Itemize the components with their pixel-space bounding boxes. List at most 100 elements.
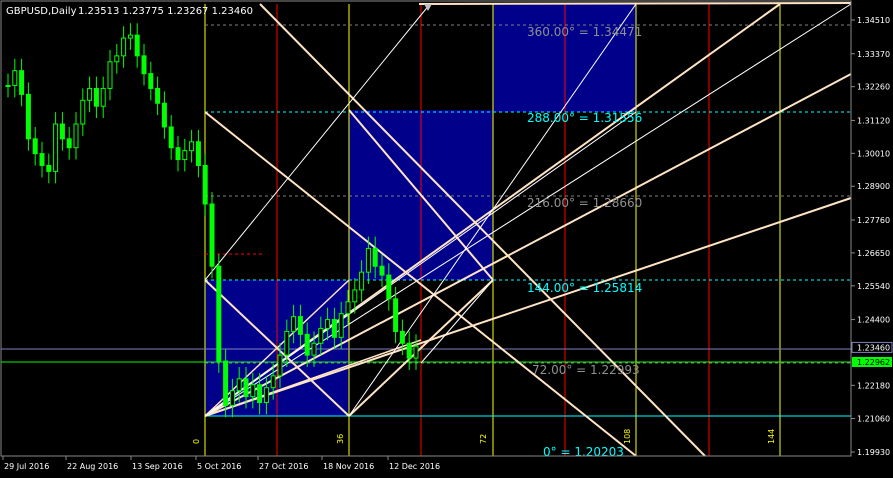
ohlc-label: 1.23513 1.23775 1.23267 1.23460 [78, 6, 253, 17]
candle-body [121, 37, 127, 57]
candle-body [352, 289, 358, 303]
candle-body [311, 342, 317, 356]
candle-body [195, 141, 201, 166]
time-marker-label: 144 [767, 429, 776, 444]
candle-body [66, 138, 72, 149]
candle-body [134, 34, 140, 57]
time-tick-label: 29 Jul 2016 [4, 462, 49, 471]
candle-body [39, 153, 45, 166]
gann-level-label: 72.00° = 1.22993 [532, 363, 640, 377]
price-tick-label: 1.25540 [857, 282, 890, 291]
candle-body [325, 319, 331, 329]
price-tick-label: 1.31120 [857, 116, 890, 125]
candle-body [393, 298, 399, 332]
chart-canvas[interactable]: 360.00° = 1.34471 288.00° = 1.31556 216.00… [0, 0, 893, 478]
price-tick-label: 1.34510 [857, 16, 890, 25]
candle-body [216, 265, 222, 362]
gann-level-label: 288.00° = 1.31556 [527, 111, 642, 125]
time-tick-label: 18 Nov 2016 [323, 462, 374, 471]
candle-body [46, 164, 52, 172]
candle-body [263, 387, 269, 404]
time-axis[interactable]: 29 Jul 2016 22 Aug 2016 13 Sep 2016 5 Oct 2… [1, 455, 851, 471]
price-tick-label: 1.28900 [857, 182, 890, 191]
price-tick-label: 1.22180 [857, 381, 890, 390]
time-marker-label: 0 [192, 439, 201, 444]
candle-body [209, 203, 215, 267]
candle-body [236, 378, 242, 392]
candle-body [229, 390, 235, 406]
gann-level-label: 360.00° = 1.34471 [527, 25, 642, 39]
candle-body [359, 271, 365, 291]
candle-body [141, 55, 147, 75]
candle-body [5, 84, 11, 87]
candle-body [291, 316, 297, 332]
candle-body [87, 87, 93, 101]
candle-body [189, 141, 195, 152]
candle-body [345, 301, 351, 315]
candle-body [304, 333, 310, 356]
price-axis[interactable]: 1.34510 1.33370 1.32260 1.31120 1.30010 1.289… [850, 1, 893, 457]
candle-body [93, 87, 99, 107]
gann-level-label: 144.00° = 1.25814 [527, 281, 642, 295]
candle-body [100, 87, 106, 107]
candle-body [161, 102, 167, 128]
candle-body [365, 247, 371, 273]
candle-body [114, 55, 120, 63]
current-price-label: 1.22962 [857, 358, 890, 367]
price-tick-label: 1.27760 [857, 216, 890, 225]
time-tick-label: 13 Sep 2016 [132, 462, 183, 471]
candle-body [59, 123, 65, 140]
time-tick-label: 12 Dec 2016 [389, 462, 440, 471]
candle-body [257, 384, 263, 404]
candle-body [53, 123, 59, 172]
price-tick-label: 1.30010 [857, 149, 890, 158]
price-tick-label: 1.33370 [857, 50, 890, 59]
candle-body [413, 345, 419, 359]
gann-level-label: 0° = 1.20203 [543, 445, 624, 459]
candle-body [250, 384, 256, 398]
candle-body [73, 123, 79, 149]
candle-body [277, 354, 283, 377]
candle-body [168, 126, 174, 149]
candle-body [107, 61, 113, 89]
candle-body [379, 265, 385, 276]
candle-body [399, 330, 405, 344]
candle-body [182, 150, 188, 161]
candle-body [318, 327, 324, 344]
bid-price-label: 1.23460 [857, 343, 890, 352]
price-tick-label: 1.24400 [857, 316, 890, 325]
candle-body [223, 360, 229, 406]
candle-body [127, 34, 133, 39]
time-marker-label: 108 [623, 429, 632, 444]
candle-body [148, 73, 154, 89]
time-marker-label: 36 [336, 434, 345, 444]
candle-body [243, 378, 249, 398]
candle-body [372, 247, 378, 267]
time-marker-label: 72 [479, 434, 488, 444]
candle-body [331, 319, 337, 338]
candle-body [12, 70, 18, 86]
candle-body [25, 93, 31, 140]
candle-body [284, 330, 290, 356]
time-tick-label: 5 Oct 2016 [197, 462, 241, 471]
candle-body [155, 87, 161, 104]
candle-body [80, 99, 86, 125]
symbol-label: GBPUSD,Daily [6, 6, 77, 17]
candle-body [270, 375, 276, 389]
time-tick-label: 22 Aug 2016 [67, 462, 118, 471]
gann-level-label: 216.00° = 1.28660 [527, 196, 642, 210]
price-tick-label: 1.32260 [857, 83, 890, 92]
candle-body [338, 313, 344, 338]
candle-body [175, 147, 181, 161]
candle-body [32, 138, 38, 155]
price-tick-label: 1.21060 [857, 415, 890, 424]
price-tick-label: 1.19930 [857, 448, 890, 457]
chart-window[interactable]: 360.00° = 1.34471 288.00° = 1.31556 216.00… [0, 0, 893, 478]
candle-body [297, 316, 303, 335]
price-tick-label: 1.26650 [857, 249, 890, 258]
time-tick-label: 27 Oct 2016 [259, 462, 308, 471]
candle-body [386, 274, 392, 300]
candle-body [202, 164, 208, 205]
candle-body [19, 70, 25, 95]
candle-body [406, 342, 412, 359]
